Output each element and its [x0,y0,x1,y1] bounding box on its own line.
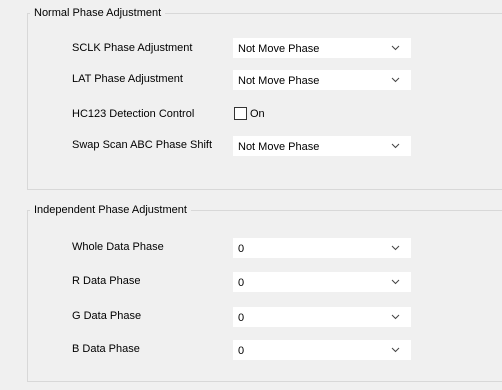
lat-phase-value: Not Move Phase [238,75,320,87]
hc123-detection-label: HC123 Detection Control [72,108,195,120]
g-data-phase-value: 0 [238,312,245,324]
normal-phase-title: Normal Phase Adjustment [30,6,166,20]
chevron-down-icon [391,347,400,353]
independent-phase-title: Independent Phase Adjustment [30,203,191,217]
chevron-down-icon [391,279,400,285]
whole-data-phase-dropdown[interactable]: 0 [233,238,411,258]
sclk-phase-value: Not Move Phase [238,43,320,55]
hc123-on-label[interactable]: On [250,107,265,121]
b-data-phase-label: B Data Phase [72,343,140,355]
sclk-phase-dropdown[interactable]: Not Move Phase [233,38,411,58]
chevron-down-icon [391,314,400,320]
swap-scan-label: Swap Scan ABC Phase Shift [72,139,213,151]
swap-scan-dropdown[interactable]: Not Move Phase [233,136,411,156]
sclk-phase-label: SCLK Phase Adjustment [72,42,193,54]
whole-data-phase-value: 0 [238,243,245,255]
hc123-on-checkbox[interactable] [234,107,247,120]
chevron-down-icon [391,45,400,51]
r-data-phase-value: 0 [238,277,245,289]
g-data-phase-dropdown[interactable]: 0 [233,307,411,327]
g-data-phase-label: G Data Phase [72,310,142,322]
whole-data-phase-label: Whole Data Phase [72,241,164,253]
chevron-down-icon [391,77,400,83]
lat-phase-dropdown[interactable]: Not Move Phase [233,70,411,90]
chevron-down-icon [391,143,400,149]
swap-scan-value: Not Move Phase [238,141,320,153]
r-data-phase-label: R Data Phase [72,275,141,287]
b-data-phase-value: 0 [238,345,245,357]
b-data-phase-dropdown[interactable]: 0 [233,340,411,360]
lat-phase-label: LAT Phase Adjustment [72,73,183,85]
r-data-phase-dropdown[interactable]: 0 [233,272,411,292]
chevron-down-icon [391,245,400,251]
